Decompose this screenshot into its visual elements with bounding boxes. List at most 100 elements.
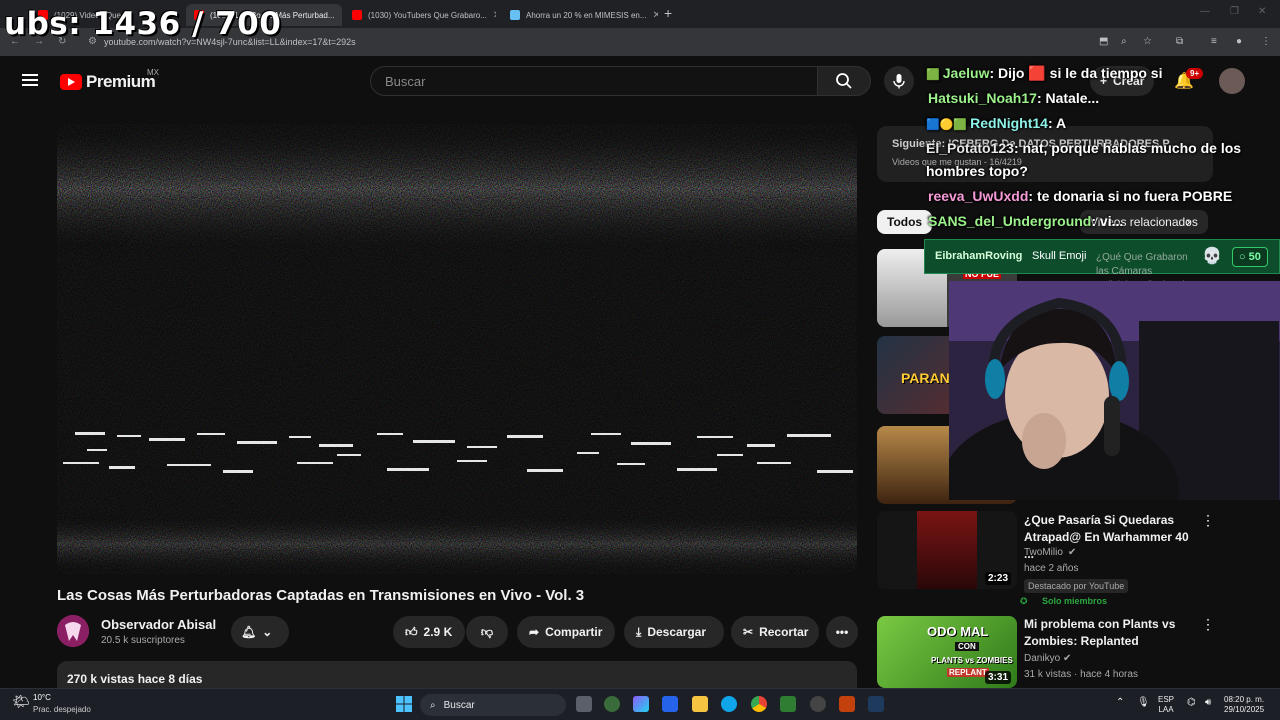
- language-layout: LAA: [1158, 705, 1174, 714]
- chat-username: Jaeluw: [942, 65, 990, 81]
- taskbar-search[interactable]: ⌕ Buscar: [420, 694, 566, 716]
- like-button[interactable]: 👍︎ 2.9 K: [393, 616, 465, 648]
- thumb-text: ODO MAL: [927, 624, 989, 639]
- featured-badge: Destacado por YouTube: [1024, 579, 1129, 593]
- profile-icon[interactable]: ●: [1236, 36, 1242, 47]
- close-tab-icon[interactable]: ✕: [653, 10, 658, 21]
- tab-label: (1030) YouTubers Que Grabaro...: [368, 10, 487, 20]
- taskbar-search-label: Buscar: [443, 699, 475, 711]
- youtube-premium-logo[interactable]: Premium: [60, 72, 156, 92]
- chat-message: SANS_del_Underground: vi...: [928, 213, 1123, 229]
- chrome-icon[interactable]: [751, 696, 767, 712]
- stream-counter-overlay: ubs: 1436 / 700: [4, 6, 282, 42]
- voice-search-button[interactable]: [884, 66, 914, 96]
- chat-text: : Natale...: [1036, 90, 1100, 106]
- members-icon: ✪: [1020, 596, 1028, 606]
- thumb-text: PLANTS vs ZOMBIES: [931, 656, 1013, 665]
- obs-icon[interactable]: [810, 696, 826, 712]
- download-button[interactable]: ⤓ Descargar: [624, 616, 724, 648]
- channel-avatar[interactable]: [57, 615, 89, 647]
- screen: (1029) Videos Que ... (1029) Las Cosas M…: [0, 0, 1280, 720]
- channel-points-icon: ○: [1239, 251, 1246, 263]
- chat-username: RedNight14: [970, 115, 1048, 131]
- rec-title[interactable]: Mi problema con Plants vs Zombies: Repla…: [1024, 616, 1194, 650]
- like-count: 2.9 K: [423, 625, 453, 639]
- bell-icon: 🔔︎: [241, 625, 257, 639]
- close-window-icon[interactable]: ✕: [1258, 6, 1266, 17]
- copilot-icon[interactable]: [633, 696, 649, 712]
- chat-message: reeva_UwUxdd: te donaria si no fuera POB…: [928, 188, 1232, 204]
- share-label: Compartir: [545, 625, 603, 639]
- subscriber-count: 20.5 k suscriptores: [101, 635, 185, 646]
- youtube-favicon-icon: [352, 10, 362, 20]
- search-button[interactable]: [817, 66, 871, 96]
- app-icon[interactable]: [839, 696, 855, 712]
- channel-name[interactable]: Observador Abisal: [101, 617, 216, 632]
- reading-list-icon[interactable]: ≡: [1211, 36, 1217, 47]
- maximize-icon[interactable]: ❐: [1230, 6, 1239, 17]
- notification-count-badge: 9+: [1186, 68, 1204, 79]
- bookmark-star-icon[interactable]: ☆: [1143, 36, 1152, 47]
- microphone-icon: [893, 74, 905, 89]
- hamburger-menu-icon[interactable]: [22, 74, 38, 86]
- alert-message: Skull Emoji: [1032, 250, 1087, 262]
- weather-icon[interactable]: 🌤: [12, 693, 30, 710]
- install-icon[interactable]: ⬒: [1099, 36, 1108, 47]
- rec-thumbnail-warhammer[interactable]: 2:23: [877, 511, 1017, 589]
- chat-username: Hatsuki_Noah17: [928, 90, 1037, 106]
- new-tab-icon[interactable]: +: [664, 5, 672, 21]
- rec-thumbnail-pvz[interactable]: ODO MAL CON PLANTS vs ZOMBIES REPLANT 3:…: [877, 616, 1017, 688]
- chat-badge-icon: 🟦🟡🟩: [926, 119, 971, 131]
- video-player[interactable]: [57, 124, 857, 574]
- tab-youtubers[interactable]: (1030) YouTubers Que Grabaro... ✕: [344, 4, 496, 26]
- rec-meta: 31 k vistas · hace 4 horas: [1024, 669, 1138, 680]
- tray-chevron-up-icon[interactable]: ⌃: [1116, 697, 1124, 708]
- store-icon[interactable]: [662, 696, 678, 712]
- rec-meta: hace 2 años: [1024, 563, 1079, 574]
- file-explorer-icon[interactable]: [692, 696, 708, 712]
- chip-todos[interactable]: Todos: [877, 210, 933, 234]
- dislike-button[interactable]: 👎︎: [466, 616, 508, 648]
- language-indicator[interactable]: ESP LAA: [1158, 695, 1174, 715]
- chevron-right-icon[interactable]: ›: [1186, 213, 1191, 229]
- steam-icon[interactable]: [868, 696, 884, 712]
- windows-start-icon[interactable]: [396, 696, 412, 712]
- volume-icon[interactable]: 🔊︎: [1205, 697, 1211, 708]
- chat-text: : nat, porque hablas mucho de los: [1013, 140, 1242, 156]
- search-placeholder: Buscar: [385, 73, 426, 89]
- user-avatar[interactable]: [1219, 68, 1245, 94]
- points-badge: ○ 50: [1232, 247, 1268, 267]
- minimize-icon[interactable]: —: [1200, 6, 1210, 17]
- microphone-tray-icon[interactable]: 🎙︎: [1137, 697, 1150, 708]
- youtube-play-logo-icon: [60, 74, 82, 90]
- rec-more-icon[interactable]: ⋮: [1201, 512, 1215, 529]
- network-icon[interactable]: ⌬: [1187, 697, 1196, 708]
- more-actions-button[interactable]: •••: [826, 616, 858, 648]
- zoom-icon[interactable]: ⌕: [1121, 36, 1127, 47]
- browser-menu-icon[interactable]: ⋮: [1261, 36, 1271, 47]
- close-tab-icon[interactable]: ✕: [493, 10, 496, 21]
- xbox-icon[interactable]: [604, 696, 620, 712]
- rec-channel[interactable]: Danikyo: [1024, 653, 1060, 664]
- search-input[interactable]: Buscar: [370, 66, 818, 96]
- subscribed-bell-button[interactable]: 🔔︎ ⌄: [231, 616, 289, 648]
- extensions-icon[interactable]: ⧉: [1176, 36, 1183, 47]
- channel-logo-icon: [57, 615, 89, 647]
- clock[interactable]: 08:20 p. m. 29/10/2025: [1224, 695, 1264, 715]
- chat-message: El_Potato123: nat, porque hablas mucho d…: [926, 140, 1241, 156]
- excel-icon[interactable]: [780, 696, 796, 712]
- points-value: 50: [1248, 251, 1261, 263]
- clip-label: Recortar: [759, 625, 809, 639]
- clip-button[interactable]: ✂ Recortar: [731, 616, 819, 648]
- thumbs-up-icon: 👍︎: [405, 624, 418, 639]
- task-view-icon[interactable]: [576, 696, 592, 712]
- edge-icon[interactable]: [721, 696, 737, 712]
- tab-mimesis[interactable]: Ahorra un 20 % en MIMESIS en... ✕: [502, 4, 658, 26]
- video-title: Las Cosas Más Perturbadoras Captadas en …: [57, 587, 585, 604]
- streamer-webcam: [949, 281, 1280, 500]
- rec-channel[interactable]: TwoMilio: [1024, 547, 1063, 558]
- scissors-icon: ✂: [743, 625, 754, 639]
- close-tab-icon[interactable]: ✕: [341, 10, 342, 21]
- share-button[interactable]: ➦ Compartir: [517, 616, 615, 648]
- rec-more-icon[interactable]: ⋮: [1201, 616, 1215, 633]
